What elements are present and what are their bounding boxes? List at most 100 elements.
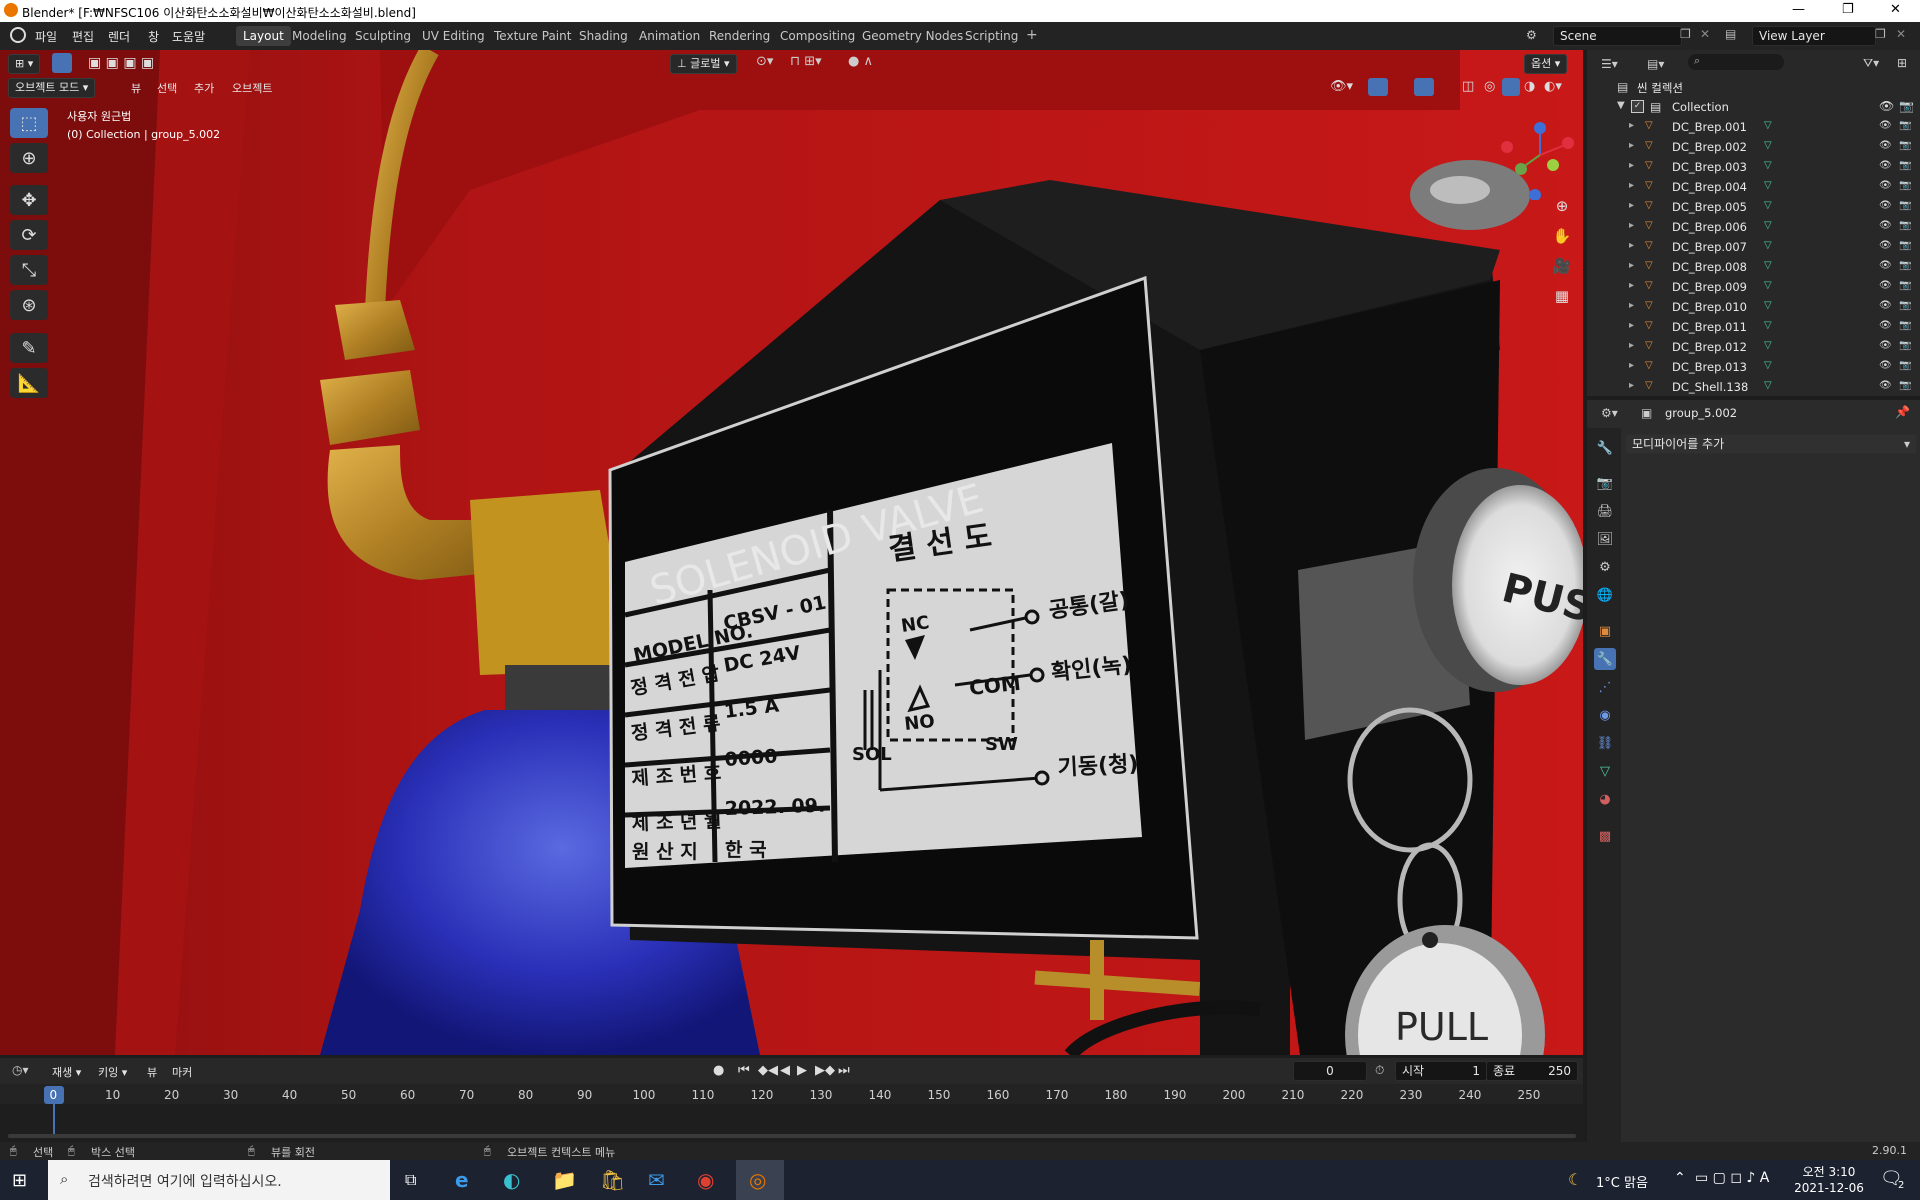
particles-tab-icon[interactable]: ⋰ bbox=[1594, 676, 1616, 698]
outliner-item[interactable]: ▸ ▽ ▽ 👁 📷 DC_Brep.010 bbox=[1587, 297, 1920, 317]
eye-icon[interactable]: 👁 bbox=[1879, 340, 1892, 351]
weather-text[interactable]: 1°C 맑음 bbox=[1596, 1172, 1648, 1191]
outliner-item[interactable]: ▸ ▽ ▽ 👁 📷 DC_Shell.138 bbox=[1587, 377, 1920, 397]
delete-scene-icon[interactable]: ✕ bbox=[1700, 27, 1710, 41]
selection-mode-icons[interactable]: ▣ ▣ ▣ ▣ bbox=[88, 55, 154, 71]
gizmo-toggle-icon[interactable] bbox=[1368, 78, 1388, 96]
new-scene-icon[interactable]: ❐ bbox=[1680, 27, 1691, 41]
expand-arrow-icon[interactable]: ▸ bbox=[1629, 360, 1634, 371]
grid-view-icon[interactable]: ▦ bbox=[1549, 283, 1575, 309]
camera-icon[interactable]: 📷 bbox=[1899, 380, 1911, 391]
camera-icon[interactable]: 🎥 bbox=[1549, 253, 1575, 279]
tab-layout[interactable]: Layout bbox=[236, 26, 291, 46]
mode-dropdown[interactable]: 오브젝트 모드 ▾ bbox=[8, 78, 96, 98]
expand-arrow-icon[interactable]: ▸ bbox=[1629, 220, 1634, 231]
start-frame-field[interactable]: 시작 1 bbox=[1395, 1061, 1487, 1081]
object-tab-icon[interactable]: ▣ bbox=[1594, 620, 1616, 642]
camera-icon[interactable]: 📷 bbox=[1899, 120, 1911, 131]
editor-type-button[interactable]: ⊞ ▾ bbox=[8, 54, 41, 74]
play-reverse-icon[interactable]: ◀ bbox=[780, 1063, 790, 1078]
timeline-menu-keying[interactable]: 키잉 ▾ bbox=[98, 1064, 127, 1080]
move-tool[interactable]: ✥ bbox=[10, 185, 48, 215]
eye-icon[interactable]: 👁 bbox=[1879, 240, 1892, 251]
measure-tool[interactable]: 📐 bbox=[10, 368, 48, 398]
timeline-editor-icon[interactable]: ◷▾ bbox=[12, 1063, 29, 1077]
tab-scripting[interactable]: Scripting bbox=[958, 26, 1025, 46]
taskbar-search-box[interactable]: ⌕ 검색하려면 여기에 입력하십시오. bbox=[48, 1160, 390, 1200]
tab-uv-editing[interactable]: UV Editing bbox=[415, 26, 492, 46]
3d-viewport[interactable]: SOLENOID VALVE 결 선 도 NC NO COM SOL SW 공통… bbox=[0, 50, 1583, 1055]
timeline-menu-view[interactable]: 뷰 bbox=[147, 1064, 157, 1080]
viewport-menu-select[interactable]: 선택 bbox=[157, 80, 177, 96]
tab-sculpting[interactable]: Sculpting bbox=[348, 26, 418, 46]
pivot-icon[interactable]: ⊙▾ bbox=[756, 54, 773, 69]
eye-icon[interactable]: 👁 bbox=[1879, 180, 1892, 191]
collection-row[interactable]: ▼ ✓ ▤ Collection 👁 📷 bbox=[1587, 97, 1920, 117]
tab-rendering[interactable]: Rendering bbox=[702, 26, 777, 46]
outliner-item[interactable]: ▸ ▽ ▽ 👁 📷 DC_Brep.009 bbox=[1587, 277, 1920, 297]
restore-icon[interactable]: ❐ bbox=[1842, 2, 1854, 17]
viewport-menu-add[interactable]: 추가 bbox=[194, 80, 214, 96]
display-mode-icon[interactable]: ▤▾ bbox=[1647, 57, 1664, 71]
cursor-tool[interactable]: ⊕ bbox=[10, 143, 48, 173]
eye-icon[interactable]: 👁 bbox=[1879, 380, 1892, 391]
edge-icon[interactable]: ◐ bbox=[503, 1168, 520, 1192]
blender-menu-icon[interactable] bbox=[10, 27, 26, 43]
clock-date[interactable]: 2021-12-06 bbox=[1794, 1181, 1864, 1195]
tray-icons[interactable]: ▭ ▢ ◻ ♪ A bbox=[1695, 1170, 1769, 1186]
eye-icon[interactable]: 👁 bbox=[1879, 280, 1892, 291]
eye-icon[interactable]: 👁 bbox=[1879, 220, 1892, 231]
current-frame-field[interactable]: 0 bbox=[1293, 1061, 1367, 1081]
modifier-tab-icon[interactable]: 🔧 bbox=[1594, 648, 1616, 670]
tab-geometry-nodes[interactable]: Geometry Nodes bbox=[855, 26, 970, 46]
menu-file[interactable]: 파일 bbox=[35, 28, 57, 45]
eye-icon[interactable]: 👁 bbox=[1879, 360, 1892, 371]
filter-icon[interactable]: ⛛▾ bbox=[1863, 56, 1879, 71]
outliner-item[interactable]: ▸ ▽ ▽ 👁 📷 DC_Brep.003 bbox=[1587, 157, 1920, 177]
select-box-tool[interactable]: ⬚ bbox=[10, 108, 48, 138]
eye-icon[interactable]: 👁 bbox=[1879, 260, 1892, 271]
tool-tab-icon[interactable]: 🔧 bbox=[1594, 437, 1616, 459]
scene-selector-icon[interactable]: ⚙ bbox=[1526, 28, 1537, 42]
mail-icon[interactable]: ✉ bbox=[648, 1168, 665, 1192]
menu-window[interactable]: 창 bbox=[148, 28, 159, 45]
checkbox-icon[interactable]: ✓ bbox=[1631, 100, 1644, 113]
camera-icon[interactable]: 📷 bbox=[1899, 200, 1911, 211]
render-tab-icon[interactable]: 📷 bbox=[1594, 472, 1616, 494]
zoom-icon[interactable]: ⊕ bbox=[1549, 193, 1575, 219]
options-dropdown[interactable]: 옵션 ▾ bbox=[1524, 54, 1568, 74]
jump-start-icon[interactable]: ⏮ bbox=[738, 1063, 750, 1078]
scene-tab-icon[interactable]: ⚙ bbox=[1594, 556, 1616, 578]
record-icon[interactable]: ● bbox=[713, 1063, 724, 1078]
outliner-item[interactable]: ▸ ▽ ▽ 👁 📷 DC_Brep.002 bbox=[1587, 137, 1920, 157]
outliner-item[interactable]: ▸ ▽ ▽ 👁 📷 DC_Brep.006 bbox=[1587, 217, 1920, 237]
outliner-item[interactable]: ▸ ▽ ▽ 👁 📷 DC_Brep.001 bbox=[1587, 117, 1920, 137]
windows-start-icon[interactable]: ⊞ bbox=[12, 1170, 27, 1191]
next-keyframe-icon[interactable]: ▶◆ bbox=[815, 1063, 835, 1078]
camera-icon[interactable]: 📷 bbox=[1899, 360, 1911, 371]
xray-icon[interactable]: ◫ bbox=[1462, 79, 1474, 94]
outliner-item[interactable]: ▸ ▽ ▽ 👁 📷 DC_Brep.007 bbox=[1587, 237, 1920, 257]
rotate-tool[interactable]: ⟳ bbox=[10, 220, 48, 250]
end-frame-field[interactable]: 종료 250 bbox=[1486, 1061, 1578, 1081]
chrome-icon[interactable]: ◉ bbox=[697, 1168, 714, 1192]
clock-time[interactable]: 오전 3:10 bbox=[1794, 1163, 1864, 1180]
properties-editor-icon[interactable]: ⚙▾ bbox=[1601, 406, 1618, 420]
navigation-gizmo[interactable] bbox=[1495, 110, 1583, 200]
camera-icon[interactable]: 📷 bbox=[1899, 300, 1911, 311]
tab-animation[interactable]: Animation bbox=[632, 26, 707, 46]
menu-render[interactable]: 렌더 bbox=[108, 28, 130, 45]
eye-icon[interactable]: 👁 bbox=[1879, 300, 1892, 311]
outliner-editor-icon[interactable]: ☰▾ bbox=[1601, 57, 1618, 71]
expand-arrow-icon[interactable]: ▸ bbox=[1629, 180, 1634, 191]
menu-edit[interactable]: 편집 bbox=[72, 28, 94, 45]
expand-arrow-icon[interactable]: ▼ bbox=[1617, 100, 1625, 111]
outliner-item[interactable]: ▸ ▽ ▽ 👁 📷 DC_Brep.004 bbox=[1587, 177, 1920, 197]
texture-tab-icon[interactable]: ▩ bbox=[1594, 825, 1616, 847]
outliner-search-input[interactable]: ⌕ bbox=[1688, 54, 1784, 70]
pin-icon[interactable]: 📌 bbox=[1895, 405, 1910, 419]
prev-keyframe-icon[interactable]: ◆◀ bbox=[758, 1063, 778, 1078]
outliner-item[interactable]: ▸ ▽ ▽ 👁 📷 DC_Brep.012 bbox=[1587, 337, 1920, 357]
scale-tool[interactable]: ⤡ bbox=[10, 255, 48, 285]
tab-texture-paint[interactable]: Texture Paint bbox=[487, 26, 578, 46]
